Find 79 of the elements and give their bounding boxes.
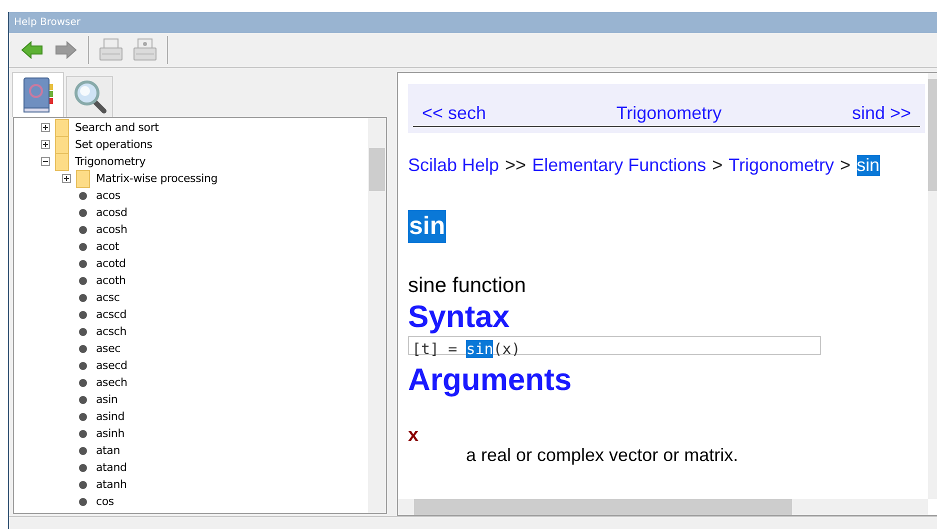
forward-arrow-icon	[55, 41, 77, 59]
expand-icon[interactable]	[41, 140, 50, 149]
breadcrumb-link[interactable]: Elementary Functions	[532, 155, 706, 176]
expand-icon[interactable]	[62, 174, 71, 183]
bullet-icon	[79, 310, 87, 318]
magnifier-icon	[72, 78, 106, 116]
tree-item[interactable]: acot	[14, 238, 368, 255]
bullet-icon	[79, 226, 87, 234]
bullet-icon	[79, 294, 87, 302]
bullet-icon	[79, 192, 87, 200]
tree-item[interactable]: asec	[14, 340, 368, 357]
summary-text: sine function	[408, 274, 527, 298]
bullet-icon	[79, 498, 87, 506]
back-arrow-icon	[21, 41, 43, 59]
folder-icon	[55, 118, 69, 136]
argument-name: x	[408, 427, 420, 445]
search-tab[interactable]	[66, 76, 113, 117]
expand-icon[interactable]	[41, 123, 50, 132]
argument-description: a real or complex vector or matrix.	[466, 445, 740, 465]
page-title: sin	[408, 210, 446, 243]
breadcrumb-separator: >	[840, 155, 851, 176]
tree-item[interactable]: Search and sort	[14, 119, 368, 136]
section-heading: Arguments	[408, 361, 573, 399]
contents-tab[interactable]	[12, 72, 64, 117]
horizontal-scrollbar[interactable]	[398, 499, 928, 515]
tree-item[interactable]: cos	[14, 493, 368, 510]
bullet-icon	[79, 464, 87, 472]
bullet-icon	[79, 378, 87, 386]
tree-item[interactable]: acosh	[14, 221, 368, 238]
syntax-code: [t] = sin(x)	[408, 336, 821, 355]
window-title: Help Browser	[9, 12, 937, 33]
tree-item[interactable]: asecd	[14, 357, 368, 374]
bullet-icon	[79, 242, 87, 250]
up-link[interactable]: Trigonometry	[616, 103, 722, 124]
tree-item[interactable]: acoth	[14, 272, 368, 289]
bullet-icon	[79, 446, 87, 454]
tree-item[interactable]: acotd	[14, 255, 368, 272]
bullet-icon	[79, 430, 87, 438]
bullet-icon	[79, 412, 87, 420]
book-icon	[21, 76, 55, 114]
previous-link[interactable]: << sech	[422, 103, 486, 124]
section-heading: Syntax	[408, 298, 511, 336]
bullet-icon	[79, 328, 87, 336]
bullet-icon	[79, 276, 87, 284]
tree-item[interactable]: acsch	[14, 323, 368, 340]
folder-icon	[55, 152, 69, 170]
bullet-icon	[79, 396, 87, 404]
breadcrumb-link[interactable]: Scilab Help	[408, 155, 500, 176]
tree-item[interactable]: acosd	[14, 204, 368, 221]
tree-item[interactable]: Set operations	[14, 136, 368, 153]
tree-item[interactable]: asind	[14, 408, 368, 425]
collapse-icon[interactable]	[41, 157, 50, 166]
breadcrumb-separator: >	[712, 155, 723, 176]
bullet-icon	[79, 480, 87, 488]
tree-item[interactable]: acscd	[14, 306, 368, 323]
bullet-icon	[79, 260, 87, 268]
tree-item[interactable]: atan	[14, 442, 368, 459]
breadcrumb-separator: >>	[505, 155, 526, 176]
tree-item[interactable]: atanh	[14, 476, 368, 493]
tree-item[interactable]: acsc	[14, 289, 368, 306]
tree-item[interactable]: Matrix-wise processing	[14, 170, 368, 187]
printer-icon	[99, 38, 123, 62]
folder-icon	[55, 136, 69, 154]
bullet-icon	[79, 344, 87, 352]
tree-item[interactable]: asin	[14, 391, 368, 408]
tree-item[interactable]: asinh	[14, 425, 368, 442]
printer-icon	[133, 38, 157, 62]
bullet-icon	[79, 208, 87, 216]
folder-icon	[76, 170, 90, 188]
tree-item[interactable]: asech	[14, 374, 368, 391]
tree-item[interactable]: atand	[14, 459, 368, 476]
next-link[interactable]: sind >>	[852, 103, 911, 124]
scrollbar[interactable]	[928, 73, 937, 499]
bullet-icon	[79, 362, 87, 370]
breadcrumb-link[interactable]: Trigonometry	[728, 155, 834, 176]
tree-item[interactable]: Trigonometry	[14, 153, 368, 170]
scrollbar[interactable]	[368, 118, 386, 513]
breadcrumb-link[interactable]: sin	[856, 155, 880, 176]
tree-item[interactable]: acos	[14, 187, 368, 204]
